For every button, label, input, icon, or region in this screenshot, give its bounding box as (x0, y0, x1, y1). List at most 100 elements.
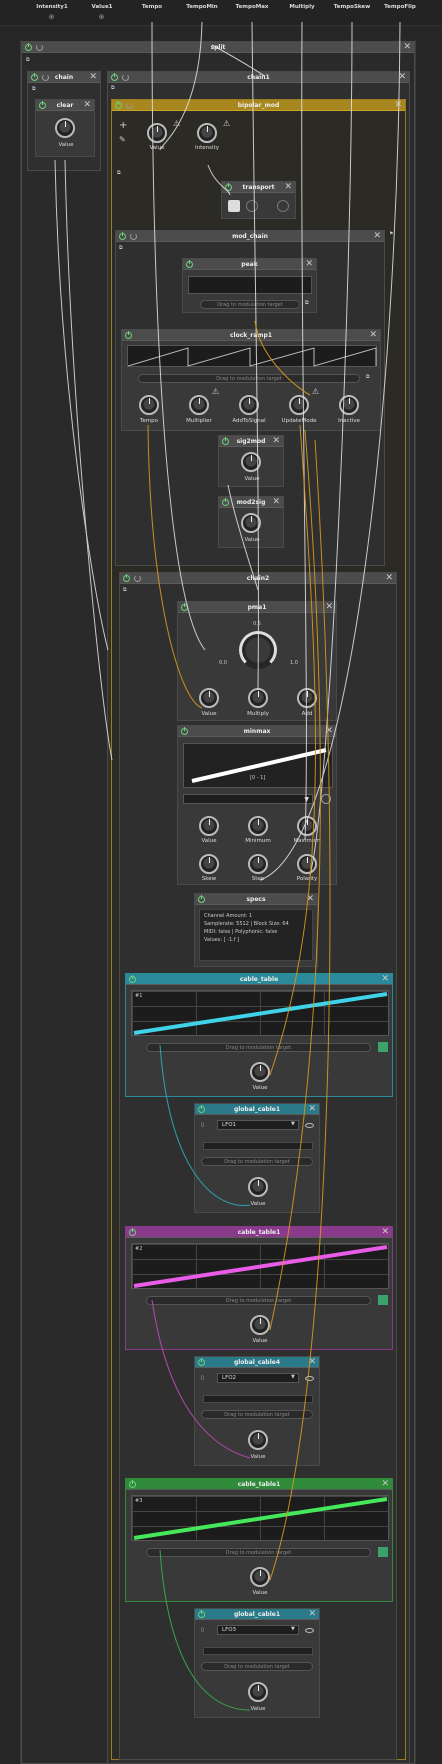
close-icon[interactable]: ✕ (381, 1227, 389, 1237)
close-icon[interactable]: ✕ (308, 1104, 316, 1114)
minmax-value-knob[interactable] (199, 816, 219, 836)
close-icon[interactable]: ✕ (369, 330, 377, 340)
peak-drag-target[interactable]: Drag to modulation target (200, 300, 300, 309)
minmax-settings-icon[interactable] (321, 794, 331, 804)
external-link-icon[interactable]: ⧉ (32, 86, 36, 92)
chain2-header[interactable]: chain2 ✕ (120, 573, 396, 584)
close-icon[interactable]: ✕ (403, 42, 411, 52)
sig2mod-value-knob[interactable] (241, 452, 261, 472)
clock-ramp-header[interactable]: clock_ramp1 ✕ (122, 330, 380, 341)
close-icon[interactable]: ✕ (308, 1357, 316, 1367)
bipolar-value-knob[interactable] (147, 123, 167, 143)
cable-table-header[interactable]: cable_table1 ✕ (126, 1479, 392, 1490)
cable-table-edit-icon[interactable] (378, 1042, 388, 1052)
external-link-icon[interactable]: ⧉ (305, 300, 309, 306)
add-param-icon[interactable]: ⊕ (48, 14, 55, 21)
pma-multiply-knob[interactable] (248, 688, 268, 708)
global-cable-value-knob[interactable] (248, 1682, 268, 1702)
external-link-icon[interactable]: ⧉ (366, 374, 370, 380)
global-cable-header[interactable]: global_cable1 ✕ (195, 1609, 319, 1620)
external-link-icon[interactable]: ⧉ (26, 57, 30, 63)
param-temposkew[interactable]: TempoSkew (327, 4, 377, 10)
mod2sig-value-knob[interactable] (241, 513, 261, 533)
document-icon[interactable]: ▯ (201, 1122, 204, 1128)
close-icon[interactable]: ✕ (284, 182, 292, 192)
cable-table-edit-icon[interactable] (378, 1295, 388, 1305)
minmax-step-knob[interactable] (248, 854, 268, 874)
split-header[interactable]: split ✕ (22, 42, 414, 53)
pma-value-knob[interactable] (199, 688, 219, 708)
param-tempo[interactable]: Tempo (127, 4, 177, 10)
clock-ramp-drag-target[interactable]: Drag to modulation target (138, 374, 360, 383)
close-icon[interactable]: ✕ (394, 100, 402, 110)
close-icon[interactable]: ✕ (308, 1609, 316, 1619)
minmax-polarity-knob[interactable] (297, 854, 317, 874)
pencil-icon[interactable]: ✎ (119, 135, 126, 144)
minmax-header[interactable]: minmax ✕ (178, 726, 336, 737)
mod2sig-header[interactable]: mod2sig ✕ (219, 497, 283, 508)
global-cable-drag-target[interactable]: Drag to modulation target (201, 1662, 313, 1671)
bipolar-intensity-knob[interactable] (197, 123, 217, 143)
transport-toggle[interactable] (228, 200, 240, 212)
close-icon[interactable]: ✕ (305, 259, 313, 269)
global-cable-select[interactable]: LFO3 (217, 1625, 299, 1635)
minmax-skew-knob[interactable] (199, 854, 219, 874)
cable-table-graph[interactable]: #3 (131, 1495, 389, 1541)
global-cable-value-knob[interactable] (248, 1430, 268, 1450)
close-icon[interactable]: ✕ (89, 72, 97, 82)
chain-header[interactable]: chain ✕ (28, 72, 100, 83)
param-tempomin[interactable]: TempoMin (177, 4, 227, 10)
transport-play-icon[interactable] (246, 200, 258, 212)
global-cable-drag-target[interactable]: Drag to modulation target (201, 1410, 313, 1419)
cable-table-drag-target[interactable]: Drag to modulation target (146, 1043, 371, 1052)
close-icon[interactable]: ✕ (398, 72, 406, 82)
cable-table-graph[interactable]: #1 (131, 990, 389, 1036)
close-icon[interactable]: ✕ (83, 100, 91, 110)
param-value1[interactable]: Value1 (77, 4, 127, 10)
document-icon[interactable]: ▯ (201, 1627, 204, 1633)
global-cable-value-knob[interactable] (248, 1177, 268, 1197)
add-param-icon[interactable]: ⊕ (98, 14, 105, 21)
clock-ramp-inactive-knob[interactable] (339, 395, 359, 415)
global-cable-drag-target[interactable]: Drag to modulation target (201, 1157, 313, 1166)
pma-add-knob[interactable] (297, 688, 317, 708)
cable-table-header[interactable]: cable_table1 ✕ (126, 1227, 392, 1238)
external-link-icon[interactable]: ⧉ (123, 587, 127, 593)
param-tempomax[interactable]: TempoMax (227, 4, 277, 10)
cable-table-edit-icon[interactable] (378, 1547, 388, 1557)
clear-value-knob[interactable] (55, 118, 75, 138)
cable-table-header[interactable]: cable_table ✕ (126, 974, 392, 985)
global-cable-select[interactable]: LFO1 (217, 1120, 299, 1130)
global-cable-select[interactable]: LFO2 (217, 1373, 299, 1383)
param-multiply[interactable]: Multiply (277, 4, 327, 10)
cable-table-value-knob[interactable] (250, 1062, 270, 1082)
close-icon[interactable]: ✕ (381, 1479, 389, 1489)
cable-table-drag-target[interactable]: Drag to modulation target (146, 1296, 371, 1305)
close-icon[interactable]: ✕ (306, 894, 314, 904)
pma-big-knob[interactable] (239, 631, 277, 669)
cable-table-drag-target[interactable]: Drag to modulation target (146, 1548, 371, 1557)
pma-header[interactable]: pma1 ✕ (178, 602, 336, 613)
close-icon[interactable]: ✕ (381, 974, 389, 984)
external-link-icon[interactable]: ⧉ (119, 245, 123, 251)
transport-info-icon[interactable] (277, 200, 289, 212)
clock-ramp-multiplier-knob[interactable] (189, 395, 209, 415)
add-icon[interactable]: + (119, 120, 127, 131)
close-icon[interactable]: ✕ (325, 602, 333, 612)
clock-ramp-updatemode-knob[interactable] (289, 395, 309, 415)
clear-header[interactable]: clear ✕ (36, 100, 94, 111)
mod-chain-header[interactable]: mod_chain ✕ (116, 231, 384, 242)
cable-table-value-knob[interactable] (250, 1315, 270, 1335)
close-icon[interactable]: ✕ (272, 497, 280, 507)
cable-table-value-knob[interactable] (250, 1567, 270, 1587)
sig2mod-header[interactable]: sig2mod ✕ (219, 436, 283, 447)
minmax-minimum-knob[interactable] (248, 816, 268, 836)
clock-ramp-addtosignal-knob[interactable] (239, 395, 259, 415)
cable-table-graph[interactable]: #2 (131, 1243, 389, 1289)
minmax-maximum-knob[interactable] (297, 816, 317, 836)
close-icon[interactable]: ✕ (373, 231, 381, 241)
eye-icon[interactable] (305, 1628, 314, 1633)
external-link-icon[interactable]: ⧉ (117, 170, 121, 176)
eye-icon[interactable] (305, 1123, 314, 1128)
external-link-icon[interactable]: ⧉ (111, 85, 115, 91)
